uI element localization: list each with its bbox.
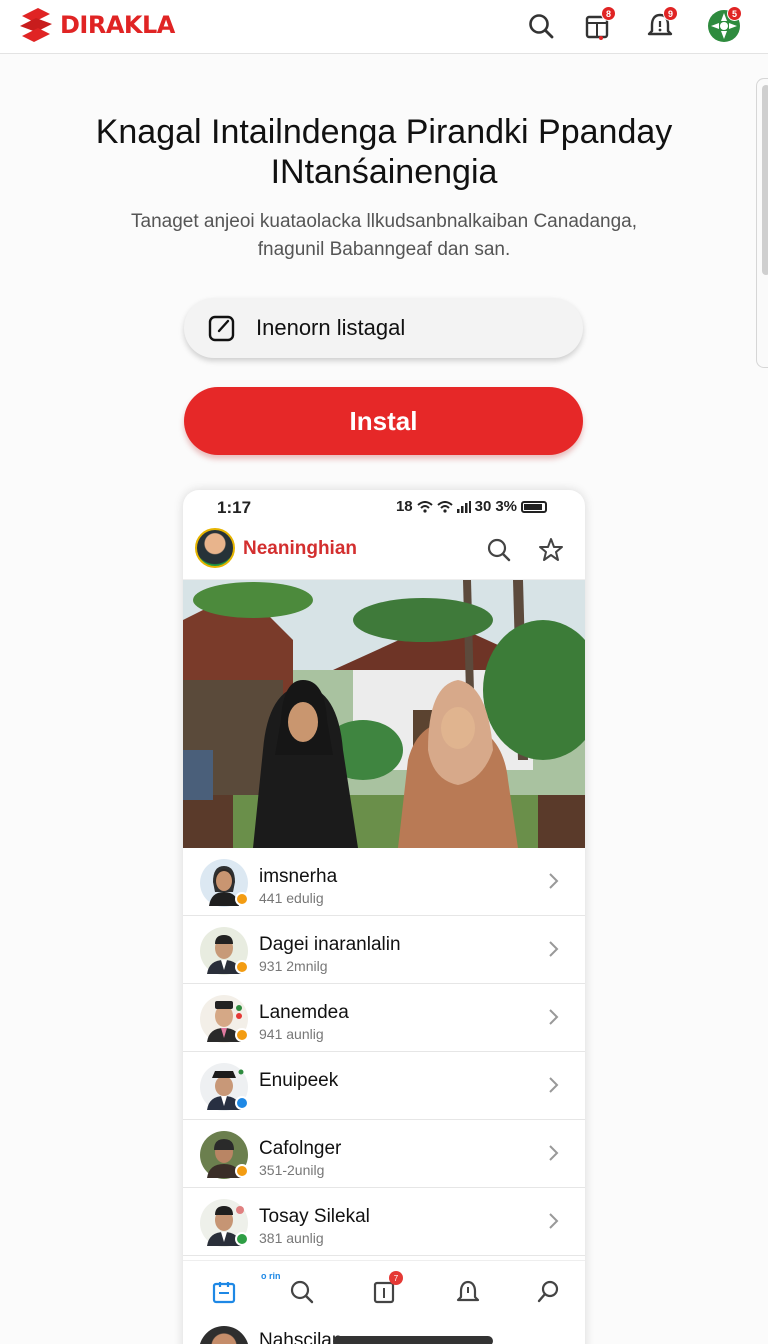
app-search-icon[interactable] xyxy=(483,534,515,566)
star-icon[interactable] xyxy=(535,534,567,566)
list-item-meta: 941 aunlig xyxy=(259,1026,324,1042)
status-indicators: 18 30 3% xyxy=(396,498,547,515)
list-item-meta: 441 edulig xyxy=(259,890,324,906)
list-item-meta: 351-2unilg xyxy=(259,1162,325,1178)
install-button[interactable]: Instal xyxy=(184,387,583,455)
contact-list: imsnerha 441 edulig Dagei inaranlalin 93… xyxy=(183,848,585,1256)
brand-logo[interactable]: DIRAKLA xyxy=(18,6,175,44)
list-item[interactable]: Tosay Silekal 381 aunlig xyxy=(183,1188,585,1256)
list-item-name: Cafolnger xyxy=(259,1138,342,1159)
list-item[interactable]: Dagei inaranlalin 931 2mnilg xyxy=(183,916,585,984)
app-name: Neaninghian xyxy=(243,538,358,559)
wifi-secondary-icon xyxy=(436,500,453,513)
phone-mockup: 1:17 18 30 3% Neaninghian imsnerha 441 e… xyxy=(183,490,585,1344)
nav-explore-icon[interactable] xyxy=(531,1275,565,1309)
calendar-badge: 8 xyxy=(601,6,616,21)
app-avatar[interactable] xyxy=(195,528,235,568)
status-battery-text: 3% xyxy=(495,498,517,515)
chevron-right-icon xyxy=(549,1213,559,1229)
brand-logo-icon xyxy=(20,8,52,42)
page-title-line-1: Knagal Intailndenga Pirandki Ppanday xyxy=(95,113,673,151)
page-subtitle-line-1: Tanaget anjeoi kuataolacka llkudsanbnalk… xyxy=(131,211,637,232)
list-item-meta: 381 aunlig xyxy=(259,1230,324,1246)
page-scrollbar-thumb[interactable] xyxy=(762,85,768,275)
nav-calendar-icon[interactable]: 7 xyxy=(367,1271,403,1309)
home-indicator[interactable] xyxy=(333,1336,493,1344)
search-bar[interactable] xyxy=(184,298,583,358)
nav-small-label: o rin xyxy=(261,1271,281,1281)
chevron-right-icon xyxy=(549,1145,559,1161)
avatar xyxy=(199,1198,249,1248)
list-item-name: Enuipeek xyxy=(259,1070,339,1091)
status-dot xyxy=(235,960,249,974)
status-time: 1:17 xyxy=(217,498,252,517)
list-item[interactable]: imsnerha 441 edulig xyxy=(183,848,585,916)
list-item-meta: 931 2mnilg xyxy=(259,958,328,974)
chevron-right-icon xyxy=(549,1009,559,1025)
bell-icon[interactable]: 9 xyxy=(640,6,680,46)
nav-calendar-badge: 7 xyxy=(389,1271,403,1285)
avatar xyxy=(199,926,249,976)
avatar xyxy=(199,994,249,1044)
status-dot xyxy=(235,1096,249,1110)
wifi-icon xyxy=(416,500,433,513)
profile-icon[interactable]: 5 xyxy=(704,6,744,46)
bell-badge: 9 xyxy=(663,6,678,21)
avatar xyxy=(199,1062,249,1112)
avatar xyxy=(199,1326,249,1344)
cell-signal-icon xyxy=(456,500,471,513)
brand-name: DIRAKLA xyxy=(60,11,175,39)
nav-alert-icon[interactable] xyxy=(451,1275,485,1309)
list-item-name: Tosay Silekal xyxy=(259,1206,370,1227)
chevron-right-icon xyxy=(549,941,559,957)
avatar xyxy=(199,858,249,908)
nav-home-icon[interactable] xyxy=(207,1275,241,1309)
list-item[interactable]: Enuipeek xyxy=(183,1052,585,1120)
feed-photo[interactable] xyxy=(183,580,585,848)
page-subtitle: Tanaget anjeoi kuataolacka llkudsanbnalk… xyxy=(90,208,678,264)
chevron-right-icon xyxy=(549,873,559,889)
top-bar: DIRAKLA 8 9 5 xyxy=(0,0,768,54)
phone-status-bar: 1:17 18 30 3% xyxy=(183,490,585,524)
app-header: Neaninghian xyxy=(183,524,585,580)
status-signal-value: 18 xyxy=(395,498,413,515)
status-dot xyxy=(235,1164,249,1178)
list-item-name: Dagei inaranlalin xyxy=(259,934,401,955)
search-icon[interactable] xyxy=(521,6,561,46)
bottom-navigation: o rin 7 xyxy=(183,1260,585,1322)
battery-icon xyxy=(521,500,547,513)
calendar-icon[interactable]: 8 xyxy=(578,6,618,46)
chevron-right-icon xyxy=(549,1077,559,1093)
list-item-name: Nahscilan xyxy=(259,1330,343,1344)
page-subtitle-line-2: fnagunil Babanngeaf dan san. xyxy=(257,239,511,260)
avatar xyxy=(199,1130,249,1180)
profile-badge: 5 xyxy=(727,6,742,21)
nav-search-icon[interactable] xyxy=(285,1275,319,1309)
list-item[interactable]: Lanemdea 941 aunlig xyxy=(183,984,585,1052)
status-network: 30 xyxy=(474,498,492,515)
status-dot xyxy=(235,892,249,906)
status-dot xyxy=(235,1028,249,1042)
page-scrollbar[interactable] xyxy=(756,78,768,368)
page-title: Knagal Intailndenga Pirandki Ppanday INt… xyxy=(60,112,708,192)
status-dot xyxy=(235,1232,249,1246)
edit-icon xyxy=(208,315,235,342)
list-item-name: Lanemdea xyxy=(259,1002,349,1023)
list-item-name: imsnerha xyxy=(259,866,338,887)
list-item[interactable]: Cafolnger 351-2unilg xyxy=(183,1120,585,1188)
page-title-line-2: INtanśainengia xyxy=(270,153,498,191)
search-input[interactable] xyxy=(256,315,556,341)
